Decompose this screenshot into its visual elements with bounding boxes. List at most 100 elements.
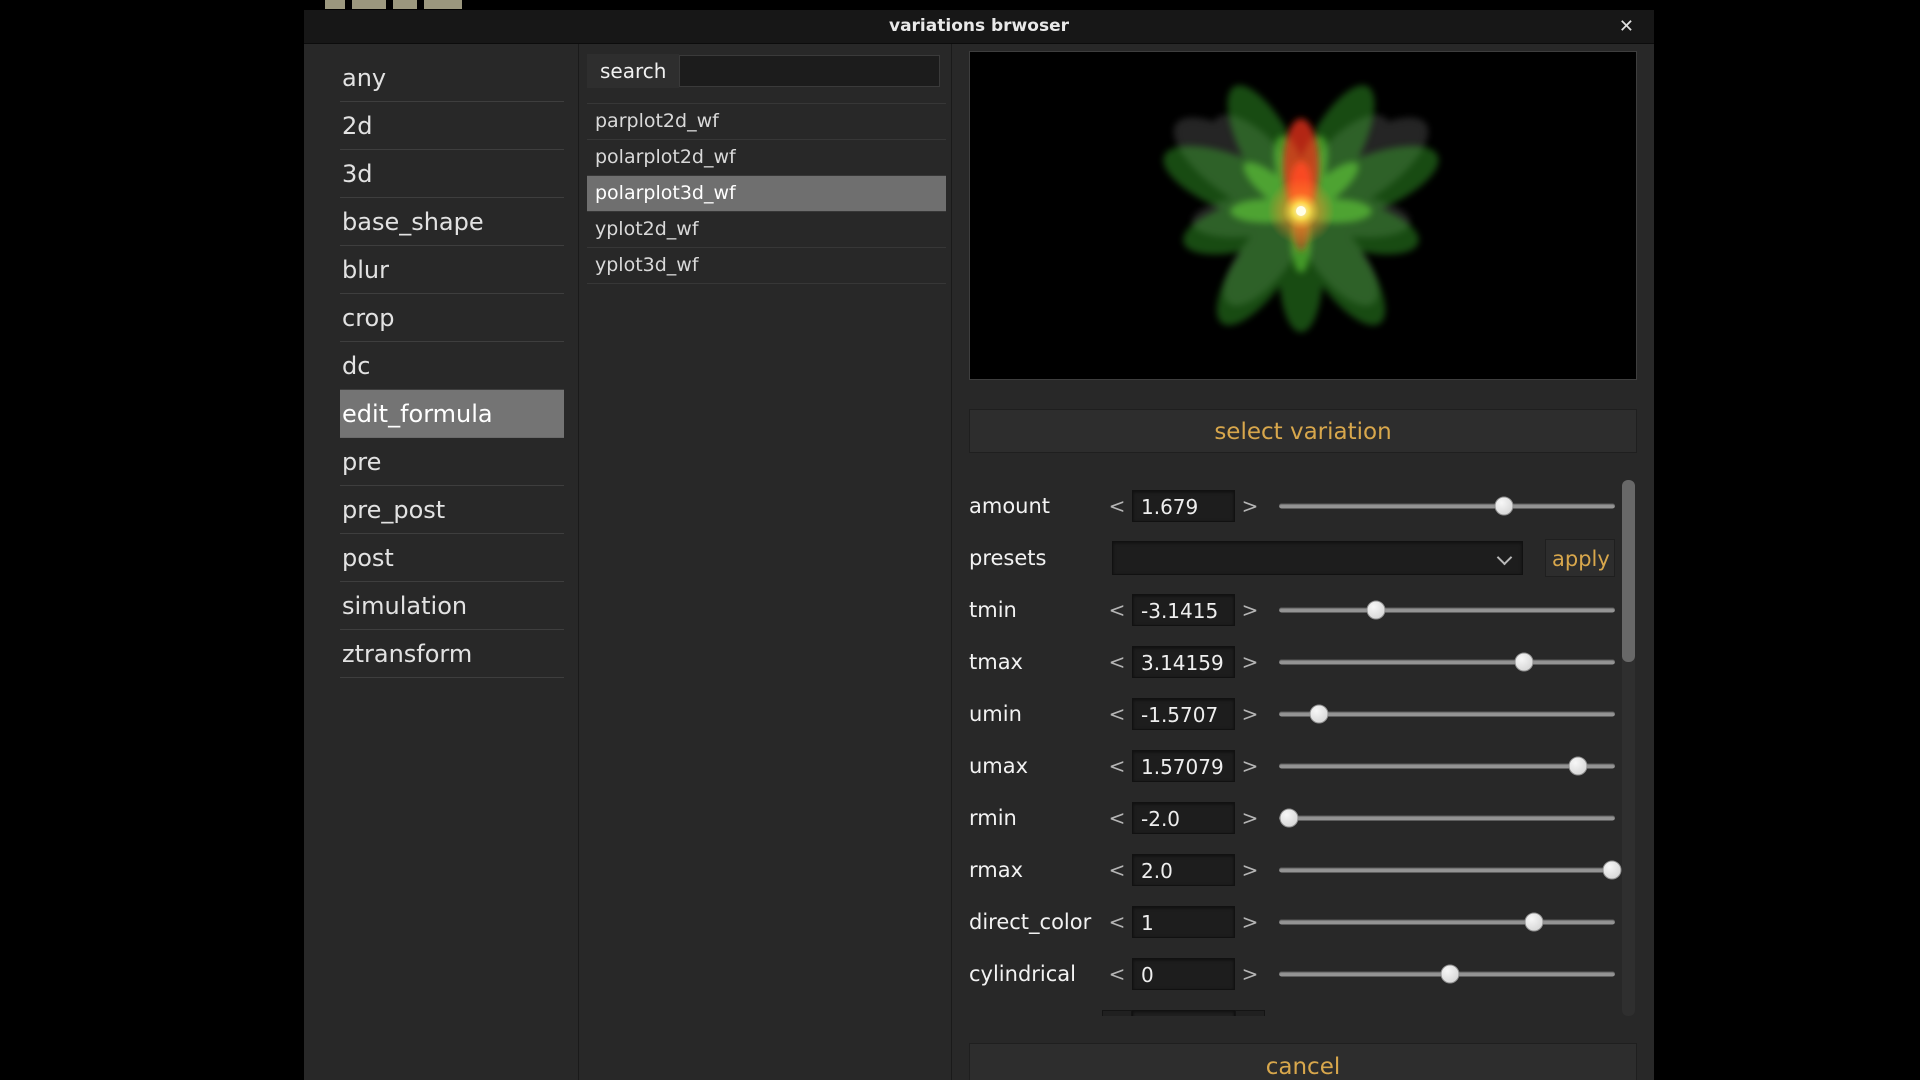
param-value-field[interactable]: 3.14159 — [1132, 646, 1235, 678]
increment-button[interactable]: > — [1235, 962, 1265, 986]
decrement-button[interactable]: < — [1102, 702, 1132, 726]
param-slider[interactable] — [1279, 645, 1615, 679]
slider-track[interactable] — [1279, 504, 1615, 509]
increment-button[interactable]: > — [1235, 650, 1265, 674]
category-item-base-shape[interactable]: base_shape — [340, 198, 564, 246]
variation-item-polarplot2d-wf[interactable]: polarplot2d_wf — [587, 140, 946, 176]
category-item-3d[interactable]: 3d — [340, 150, 564, 198]
fractal-flower-image — [970, 52, 1636, 379]
parameters-panel: amount < 1.679 > presets apply tmin < -3… — [969, 480, 1637, 1016]
search-input[interactable] — [679, 55, 940, 87]
param-value-field[interactable] — [1132, 1010, 1235, 1016]
param-label: rmax — [969, 858, 1102, 882]
param-slider[interactable] — [1279, 749, 1615, 783]
param-row-umin: umin < -1.5707 > — [969, 688, 1637, 740]
decrement-button[interactable]: < — [1102, 806, 1132, 830]
slider-handle[interactable] — [1441, 965, 1460, 984]
presets-dropdown[interactable] — [1112, 541, 1523, 575]
slider-handle[interactable] — [1515, 653, 1534, 672]
category-item-2d[interactable]: 2d — [340, 102, 564, 150]
background-window-fragment — [352, 0, 386, 10]
variation-item-polarplot3d-wf-selected[interactable]: polarplot3d_wf — [587, 176, 946, 212]
param-slider[interactable] — [1279, 593, 1615, 627]
slider-handle[interactable] — [1525, 913, 1544, 932]
select-variation-button[interactable]: select variation — [969, 409, 1637, 453]
increment-button[interactable]: > — [1235, 754, 1265, 778]
variation-item-yplot2d-wf[interactable]: yplot2d_wf — [587, 212, 946, 248]
param-row-tmin: tmin < -3.1415 > — [969, 584, 1637, 636]
slider-track[interactable] — [1279, 816, 1615, 821]
category-item-pre[interactable]: pre — [340, 438, 564, 486]
decrement-button[interactable]: < — [1102, 494, 1132, 518]
category-item-crop[interactable]: crop — [340, 294, 564, 342]
param-label: umax — [969, 754, 1102, 778]
increment-button[interactable]: > — [1235, 858, 1265, 882]
background-window-fragment — [424, 0, 462, 10]
presets-label: presets — [969, 546, 1102, 570]
variation-item-parplot2d-wf[interactable]: parplot2d_wf — [587, 103, 946, 140]
slider-handle[interactable] — [1367, 601, 1386, 620]
increment-button[interactable] — [1235, 1010, 1265, 1016]
category-item-dc[interactable]: dc — [340, 342, 564, 390]
param-slider[interactable] — [1279, 905, 1615, 939]
param-label: cylindrical — [969, 962, 1102, 986]
slider-track[interactable] — [1279, 868, 1615, 873]
increment-button[interactable]: > — [1235, 598, 1265, 622]
slider-track[interactable] — [1279, 764, 1615, 769]
decrement-button[interactable]: < — [1102, 962, 1132, 986]
param-value-field[interactable]: -3.1415 — [1132, 594, 1235, 626]
search-label: search — [587, 54, 679, 88]
param-slider[interactable] — [1279, 957, 1615, 991]
param-row-rmax: rmax < 2.0 > — [969, 844, 1637, 896]
close-button[interactable]: ✕ — [1619, 10, 1634, 43]
slider-handle[interactable] — [1310, 705, 1329, 724]
increment-button[interactable]: > — [1235, 494, 1265, 518]
param-value-field[interactable]: -2.0 — [1132, 802, 1235, 834]
increment-button[interactable]: > — [1235, 702, 1265, 726]
category-item-edit-formula-selected[interactable]: edit_formula — [340, 390, 564, 438]
decrement-button[interactable] — [1102, 1010, 1132, 1016]
decrement-button[interactable]: < — [1102, 598, 1132, 622]
category-item-any[interactable]: any — [340, 54, 564, 102]
param-value-field[interactable]: 1 — [1132, 906, 1235, 938]
category-item-post[interactable]: post — [340, 534, 564, 582]
scrollbar-thumb[interactable] — [1622, 480, 1635, 662]
param-slider[interactable] — [1279, 801, 1615, 835]
variation-item-yplot3d-wf[interactable]: yplot3d_wf — [587, 248, 946, 284]
category-item-pre-post[interactable]: pre_post — [340, 486, 564, 534]
param-value-field[interactable]: 1.57079 — [1132, 750, 1235, 782]
param-value-field[interactable]: 2.0 — [1132, 854, 1235, 886]
param-row-partial — [969, 1000, 1637, 1016]
slider-track[interactable] — [1279, 660, 1615, 665]
slider-handle[interactable] — [1495, 497, 1514, 516]
slider-track[interactable] — [1279, 608, 1615, 613]
cancel-button[interactable]: cancel — [969, 1043, 1637, 1080]
slider-handle[interactable] — [1569, 757, 1588, 776]
title-bar[interactable]: variations brwoser ✕ — [304, 10, 1654, 44]
decrement-button[interactable]: < — [1102, 858, 1132, 882]
slider-track[interactable] — [1279, 712, 1615, 717]
increment-button[interactable]: > — [1235, 806, 1265, 830]
decrement-button[interactable]: < — [1102, 754, 1132, 778]
decrement-button[interactable]: < — [1102, 910, 1132, 934]
param-value-field[interactable]: -1.5707 — [1132, 698, 1235, 730]
param-value-field[interactable]: 0 — [1132, 958, 1235, 990]
param-slider[interactable] — [1279, 853, 1615, 887]
param-label: direct_color — [969, 910, 1102, 934]
slider-track[interactable] — [1279, 920, 1615, 925]
param-slider[interactable] — [1279, 489, 1615, 523]
decrement-button[interactable]: < — [1102, 650, 1132, 674]
slider-handle[interactable] — [1280, 809, 1299, 828]
param-slider[interactable] — [1279, 697, 1615, 731]
slider-handle[interactable] — [1602, 861, 1621, 880]
increment-button[interactable]: > — [1235, 910, 1265, 934]
param-label: rmin — [969, 806, 1102, 830]
category-item-simulation[interactable]: simulation — [340, 582, 564, 630]
background-window-fragment — [325, 0, 345, 10]
fractal-preview — [969, 51, 1637, 380]
category-item-ztransform[interactable]: ztransform — [340, 630, 564, 678]
apply-button[interactable]: apply — [1545, 539, 1615, 577]
category-item-blur[interactable]: blur — [340, 246, 564, 294]
param-value-field[interactable]: 1.679 — [1132, 490, 1235, 522]
vertical-scrollbar[interactable] — [1622, 480, 1635, 1016]
